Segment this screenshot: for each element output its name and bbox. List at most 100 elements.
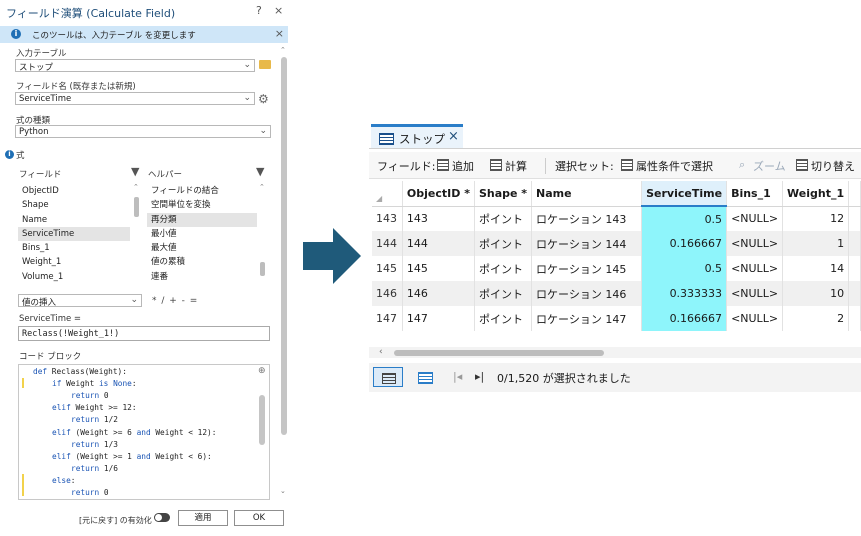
show-selected-records-button[interactable] <box>418 372 433 384</box>
list-item[interactable]: Volume_1 <box>18 270 130 284</box>
row-number[interactable]: 147 <box>372 306 403 331</box>
gear-icon[interactable]: ⚙ <box>258 92 269 106</box>
row-header-corner[interactable]: ◢ <box>372 181 403 207</box>
list-item[interactable]: 空間単位を変換 <box>147 198 257 212</box>
cell-objectid[interactable]: 145 <box>402 256 475 281</box>
horizontal-scrollbar[interactable]: ‹ <box>369 347 861 358</box>
column-header[interactable]: Name <box>531 181 643 207</box>
calculate-button[interactable]: 計算 <box>505 158 527 174</box>
cell-shape[interactable]: ポイント <box>474 206 533 231</box>
table-row[interactable]: 146 146 ポイント ロケーション 146 0.333333 <NULL> 10 <box>372 281 861 306</box>
switch-selection-button[interactable]: 切り替え <box>811 158 855 174</box>
row-number[interactable]: 144 <box>372 231 403 256</box>
table-row[interactable]: 144 144 ポイント ロケーション 144 0.166667 <NULL> 1 <box>372 231 861 256</box>
code-scrollbar[interactable] <box>259 395 265 445</box>
column-header[interactable]: Shape * <box>474 181 533 207</box>
first-record-icon[interactable]: |◂ <box>453 370 462 383</box>
list-item[interactable]: 連番 <box>147 270 257 284</box>
column-header[interactable]: Bins_1 <box>726 181 784 207</box>
expression-input[interactable]: Reclass(!Weight_1!) <box>18 326 270 341</box>
cell-bins[interactable]: <NULL> <box>726 256 784 281</box>
cell-weight[interactable]: 1 <box>782 231 850 256</box>
list-item[interactable]: ServiceTime <box>18 226 130 242</box>
list-item[interactable]: Name <box>18 213 130 227</box>
help-button[interactable]: ? <box>256 4 262 17</box>
filter-icon[interactable]: ▼ <box>256 165 264 178</box>
expression-type-select[interactable]: Python ⌄ <box>15 125 271 138</box>
scroll-up-icon[interactable]: ⌃ <box>280 46 286 54</box>
insert-values-select[interactable]: 値の挿入 ⌄ <box>18 294 142 308</box>
cell-objectid[interactable]: 144 <box>402 231 475 256</box>
list-item[interactable]: ObjectID <box>18 184 130 198</box>
field-name-select[interactable]: ServiceTime ⌄ <box>15 92 255 105</box>
cell-weight[interactable]: 2 <box>782 306 850 331</box>
show-all-records-button[interactable] <box>373 367 403 387</box>
fields-scrollbar[interactable] <box>134 197 139 217</box>
cell-shape[interactable]: ポイント <box>474 306 533 331</box>
list-item[interactable]: Weight_1 <box>18 255 130 269</box>
list-item[interactable]: フィールドの結合 <box>147 184 257 198</box>
table-row[interactable]: 147 147 ポイント ロケーション 147 0.166667 <NULL> 2 <box>372 306 861 331</box>
operator-buttons[interactable]: * / + - = <box>152 296 198 306</box>
row-number[interactable]: 145 <box>372 256 403 281</box>
column-header[interactable]: Weight_1 <box>782 181 850 207</box>
list-item[interactable]: 値の累積 <box>147 255 257 269</box>
table-row[interactable]: 143 143 ポイント ロケーション 143 0.5 <NULL> 12 <box>372 206 861 231</box>
list-item[interactable]: Shape <box>18 198 130 212</box>
column-header[interactable]: ObjectID * <box>402 181 475 207</box>
zoom-button[interactable]: ズーム <box>753 158 786 174</box>
cell-objectid[interactable]: 147 <box>402 306 475 331</box>
cell-name[interactable]: ロケーション 144 <box>531 231 643 256</box>
horizontal-scroll-thumb[interactable] <box>394 350 604 356</box>
close-pane-button[interactable]: × <box>274 4 283 17</box>
folder-icon[interactable] <box>259 60 271 69</box>
cell-bins[interactable]: <NULL> <box>726 206 784 231</box>
close-tab-icon[interactable]: × <box>448 129 459 144</box>
scroll-up-icon[interactable]: ⌃ <box>133 183 139 191</box>
filter-icon[interactable]: ▼ <box>131 165 139 178</box>
tab-stops[interactable]: ストップ × <box>371 124 463 148</box>
helpers-scrollbar[interactable] <box>260 262 265 276</box>
cell-servicetime[interactable]: 0.166667 <box>641 306 728 331</box>
list-item[interactable]: 最大値 <box>147 241 257 255</box>
list-item[interactable]: 最小値 <box>147 227 257 241</box>
helpers-list[interactable]: フィールドの結合 空間単位を変換 再分類 最小値 最大値 値の累積 連番 <box>147 184 257 286</box>
cell-name[interactable]: ロケーション 147 <box>531 306 643 331</box>
apply-button[interactable]: 適用 <box>178 510 228 526</box>
pin-icon[interactable]: ⊕ <box>258 366 266 376</box>
cell-servicetime[interactable]: 0.333333 <box>641 281 728 306</box>
scroll-left-icon[interactable]: ‹ <box>379 347 383 357</box>
cell-bins[interactable]: <NULL> <box>726 231 784 256</box>
column-header[interactable]: ServiceTime <box>641 181 728 207</box>
ok-button[interactable]: OK <box>234 510 284 526</box>
select-by-attribute-button[interactable]: 属性条件で選択 <box>636 158 713 174</box>
input-table-select[interactable]: ストップ ⌄ <box>15 59 255 73</box>
scroll-down-icon[interactable]: ⌄ <box>280 487 286 495</box>
cell-objectid[interactable]: 143 <box>402 206 475 231</box>
cell-servicetime[interactable]: 0.5 <box>641 206 728 231</box>
cell-weight[interactable]: 10 <box>782 281 850 306</box>
cell-shape[interactable]: ポイント <box>474 281 533 306</box>
cell-objectid[interactable]: 146 <box>402 281 475 306</box>
add-field-button[interactable]: 追加 <box>452 158 474 174</box>
pane-scrollbar[interactable] <box>281 57 287 435</box>
row-number[interactable]: 143 <box>372 206 403 231</box>
row-number[interactable]: 146 <box>372 281 403 306</box>
list-item[interactable]: Bins_1 <box>18 241 130 255</box>
fields-list[interactable]: ObjectID Shape Name ServiceTime Bins_1 Weight… <box>18 184 130 286</box>
cell-weight[interactable]: 14 <box>782 256 850 281</box>
cell-weight[interactable]: 12 <box>782 206 850 231</box>
cell-name[interactable]: ロケーション 143 <box>531 206 643 231</box>
cell-shape[interactable]: ポイント <box>474 256 533 281</box>
cell-bins[interactable]: <NULL> <box>726 306 784 331</box>
list-item[interactable]: 再分類 <box>147 212 257 227</box>
cell-name[interactable]: ロケーション 145 <box>531 256 643 281</box>
cell-name[interactable]: ロケーション 146 <box>531 281 643 306</box>
cell-servicetime[interactable]: 0.5 <box>641 256 728 281</box>
cell-servicetime[interactable]: 0.166667 <box>641 231 728 256</box>
close-info-button[interactable]: × <box>275 27 284 40</box>
cell-bins[interactable]: <NULL> <box>726 281 784 306</box>
table-row[interactable]: 145 145 ポイント ロケーション 145 0.5 <NULL> 14 <box>372 256 861 281</box>
scroll-up-icon[interactable]: ⌃ <box>259 183 265 191</box>
next-record-icon[interactable]: ▸| <box>475 370 484 383</box>
